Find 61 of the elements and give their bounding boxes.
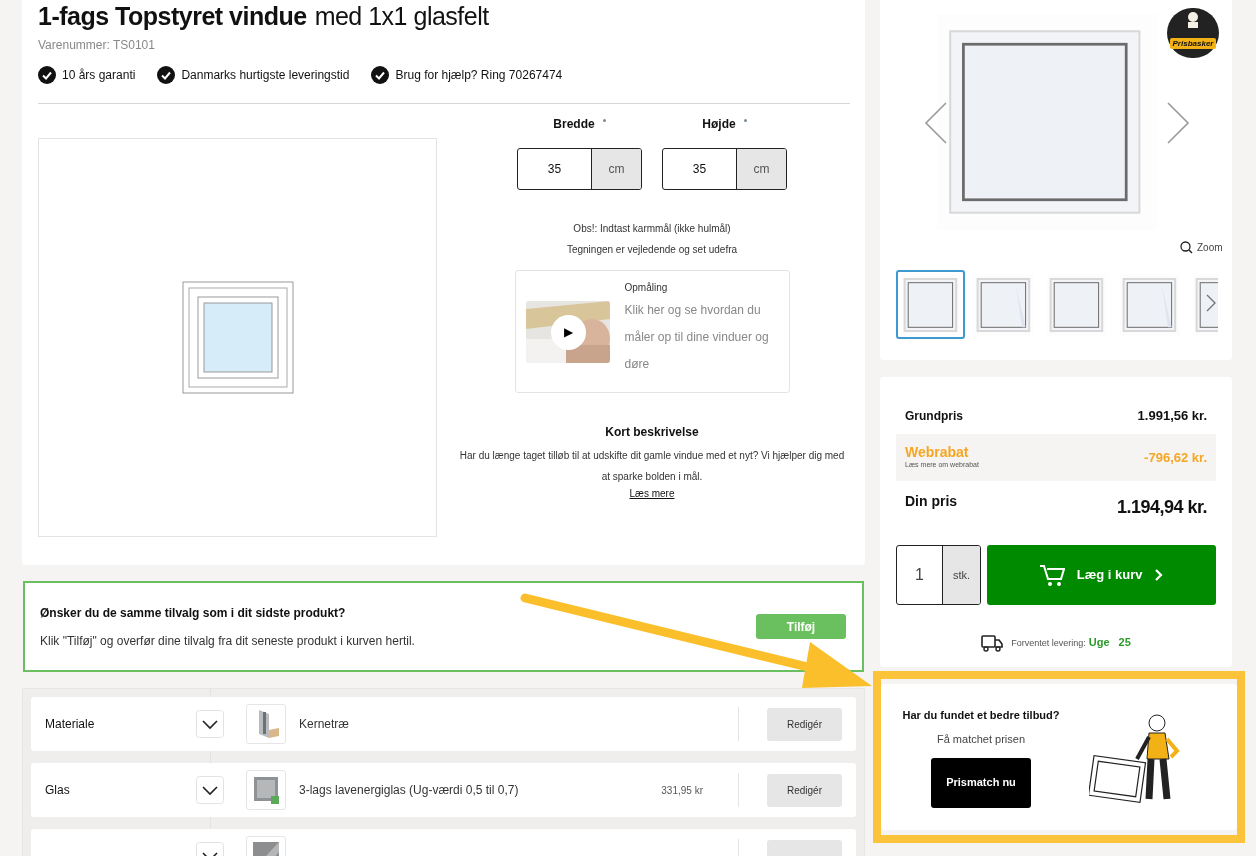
- option-label: Materiale: [45, 716, 96, 733]
- zoom-link[interactable]: Zoom: [1197, 240, 1223, 255]
- feature-text: Brug for hjælp? Ring 70267474: [395, 67, 563, 84]
- description-heading: Kort beskrivelse: [605, 424, 699, 441]
- check-icon: [157, 66, 176, 84]
- note-text: Obs!: Indtast karmmål (ikke hulmål): [573, 222, 731, 235]
- price-label: Grundpris: [905, 408, 963, 425]
- price-value: 1.991,56 kr.: [1137, 407, 1207, 426]
- dimension-field[interactable]: 35 cm: [517, 148, 642, 190]
- prompt-text: Klik "Tilføj" og overfør dine tilvalg fra dit seneste produkt i kurven hertil.: [40, 632, 415, 650]
- note-text: Tegningen er vejledende og set udefra: [566, 243, 738, 256]
- product-title: 1-fags Topstyret vindue: [38, 1, 307, 32]
- prompt-title: Ønsker du de samme tilvalg som i dit sidste produkt?: [40, 604, 347, 622]
- sku-text: Varenummer: TS0101: [38, 37, 156, 54]
- offer-title: Har du fundet et bedre tilbud?: [902, 707, 1060, 723]
- option-value: Kernetræ: [299, 716, 351, 733]
- option-value: 3-lags lavenergiglas (Ug-værdi 0,5 til 0,7): [299, 782, 520, 799]
- offer-subtitle: Få matchet prisen: [936, 732, 1025, 747]
- logo[interactable]: Prisbasker: [1167, 8, 1219, 58]
- option-price: 331,95 kr: [661, 783, 703, 798]
- description-text: Har du længe taget tilløb til at udskifte dit gamle vindue med et nyt? Vi hjælper dig med at sparke bolden i mål.: [458, 449, 846, 484]
- feature-text: 10 års garanti: [62, 67, 136, 84]
- mascot-icon: [1185, 11, 1201, 28]
- option-label: Glas: [45, 782, 71, 799]
- price-label: Webrabat: [905, 444, 970, 461]
- delivery-label: Forventet levering:: [1011, 637, 1086, 651]
- unit-label: cm: [737, 149, 786, 189]
- chevron-down-icon: [196, 710, 224, 738]
- add-to-cart-button[interactable]: Læg i kurv: [987, 545, 1216, 605]
- delivery-week: Uge: [1088, 635, 1110, 651]
- chevron-right-icon: [1166, 101, 1190, 145]
- price-value: 1.194,94 kr.: [1116, 496, 1207, 519]
- video-description: Klik her og se hvordan du måler op til dine vinduer og døre: [624, 301, 770, 373]
- check-icon: [371, 66, 390, 84]
- logo-text: Prisbasker: [1169, 38, 1217, 49]
- chevron-down-icon: [196, 776, 224, 804]
- product-subtitle: med 1x1 glasfelt: [314, 1, 489, 32]
- unit-label: cm: [592, 149, 641, 189]
- price-match-button[interactable]: Prismatch nu: [931, 757, 1031, 808]
- chevron-left-icon: [924, 101, 948, 145]
- price-value: -796,62 kr.: [1144, 448, 1207, 467]
- read-more-link[interactable]: Læs mere: [629, 487, 675, 501]
- thumbnail-button[interactable]: [896, 270, 965, 339]
- chevron-right-icon: [1205, 293, 1217, 313]
- delivery-number: 25: [1118, 635, 1131, 651]
- field-label: Højde: [702, 116, 736, 133]
- price-label: Din pris: [905, 492, 958, 511]
- dimension-field[interactable]: 35 cm: [662, 148, 787, 190]
- cart-icon: [1038, 563, 1065, 587]
- edit-button[interactable]: Redigér: [767, 707, 842, 741]
- chevron-right-icon: [1154, 568, 1165, 582]
- edit-button[interactable]: Redigér: [767, 773, 842, 807]
- feature-text: Danmarks hurtigste leveringstid: [181, 67, 350, 84]
- unit-label: stk.: [943, 546, 981, 604]
- truck-icon: [981, 633, 1004, 652]
- field-label: Bredde: [553, 116, 595, 133]
- video-card[interactable]: ▶ Opmåling Klik her og se hvordan du måler op til dine vinduer og døre: [514, 270, 790, 393]
- video-kicker: Opmåling: [624, 280, 669, 295]
- search-icon: [1180, 241, 1193, 254]
- check-icon: [38, 66, 56, 84]
- quantity-field[interactable]: 1 stk.: [896, 545, 982, 605]
